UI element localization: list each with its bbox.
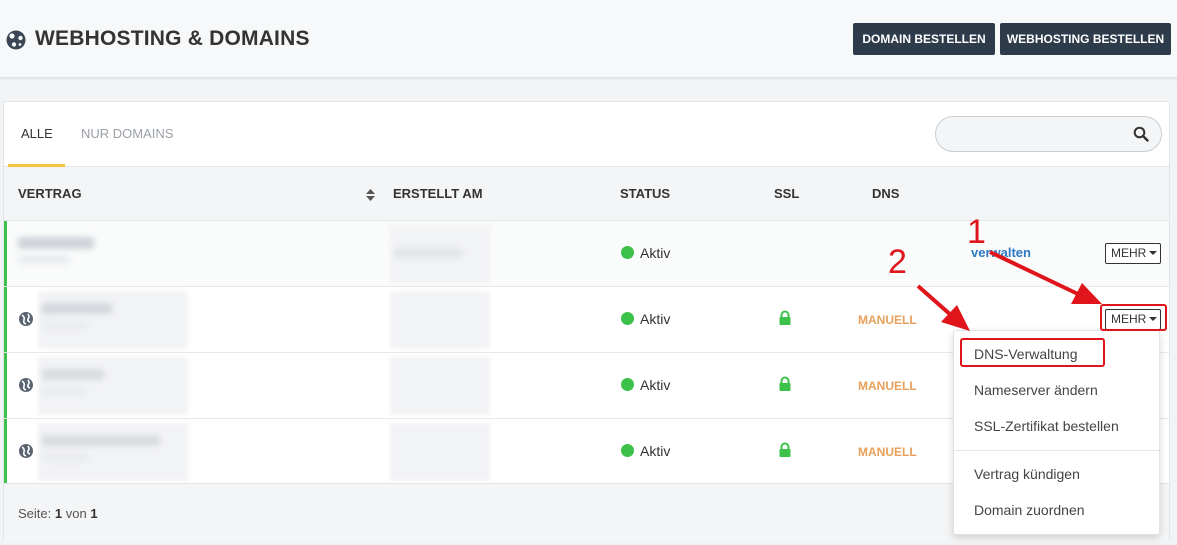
row-status-accent: [4, 287, 7, 352]
redacted-domain-sub: [42, 321, 88, 330]
lock-icon: [779, 376, 791, 391]
redacted-domain-sub: [42, 453, 88, 462]
column-status: STATUS: [620, 186, 671, 201]
redacted-area: [38, 357, 188, 415]
lock-icon: [779, 442, 791, 457]
status-dot: [621, 312, 634, 325]
annotation-number-1: 1: [967, 213, 986, 251]
lock-icon: [779, 310, 791, 325]
status-text: Aktiv: [621, 245, 670, 261]
annotation-highlight-mehr: [1100, 304, 1167, 331]
order-domain-button[interactable]: DOMAIN BESTELLEN: [853, 23, 995, 55]
redacted-domain-name: [42, 303, 112, 314]
redacted-contract-name: [18, 237, 94, 249]
annotation-number-2: 2: [888, 243, 907, 281]
status-text: Aktiv: [621, 311, 670, 327]
redacted-area: [38, 291, 188, 349]
menu-item-vertrag-kuendigen[interactable]: Vertrag kündigen: [974, 466, 1080, 482]
dns-mode: MANUELL: [858, 445, 917, 459]
annotation-highlight-dns: [960, 338, 1105, 367]
network-globe-icon: [6, 30, 26, 50]
menu-item-domain-zuordnen[interactable]: Domain zuordnen: [974, 502, 1085, 518]
column-erstellt-am: ERSTELLT AM: [393, 186, 483, 201]
column-vertrag[interactable]: VERTRAG: [18, 186, 82, 201]
table-header: VERTRAG ERSTELLT AM STATUS SSL DNS: [4, 167, 1169, 221]
more-button[interactable]: MEHR: [1105, 243, 1161, 264]
redacted-date: [390, 357, 490, 415]
redacted-area: [38, 423, 188, 481]
status-text: Aktiv: [621, 443, 670, 459]
globe-icon: [19, 378, 33, 392]
menu-divider: [954, 450, 1159, 451]
redacted-domain-sub: [42, 387, 86, 396]
redacted-domain-name: [42, 435, 160, 446]
caret-down-icon: [1149, 251, 1158, 255]
tab-nur-domains[interactable]: NUR DOMAINS: [81, 126, 173, 141]
redacted-contract-sub: [18, 255, 70, 264]
status-dot: [621, 246, 634, 259]
top-bar: WEBHOSTING & DOMAINS DOMAIN BESTELLEN WE…: [0, 0, 1177, 78]
redacted-date: [390, 291, 490, 349]
menu-item-nameserver-aendern[interactable]: Nameserver ändern: [974, 382, 1098, 398]
globe-icon: [19, 444, 33, 458]
search-icon[interactable]: [1133, 126, 1149, 142]
dns-mode: MANUELL: [858, 379, 917, 393]
redacted-date: [390, 423, 490, 481]
tab-bar: ALLE NUR DOMAINS: [4, 102, 1169, 167]
dns-mode: MANUELL: [858, 313, 917, 327]
globe-icon: [19, 312, 33, 326]
tab-alle[interactable]: ALLE: [21, 126, 53, 141]
status-text: Aktiv: [621, 377, 670, 393]
search-input[interactable]: [935, 116, 1162, 152]
status-dot: [621, 444, 634, 457]
order-webhosting-button[interactable]: WEBHOSTING BESTELLEN: [1000, 23, 1171, 55]
row-status-accent: [4, 419, 7, 484]
redacted-date-text: [394, 248, 462, 258]
menu-item-ssl-zertifikat[interactable]: SSL-Zertifikat bestellen: [974, 418, 1119, 434]
sort-icon[interactable]: [366, 189, 375, 201]
pagination-info: Seite: 1 von 1: [18, 506, 98, 521]
table-row: Aktiv verwalten MEHR: [4, 221, 1169, 287]
status-dot: [621, 378, 634, 391]
redacted-domain-name: [42, 369, 104, 380]
column-dns: DNS: [872, 186, 900, 201]
page-title: WEBHOSTING & DOMAINS: [35, 27, 310, 50]
row-status-accent: [4, 353, 7, 418]
row-status-accent: [4, 221, 7, 286]
column-ssl: SSL: [774, 186, 800, 201]
